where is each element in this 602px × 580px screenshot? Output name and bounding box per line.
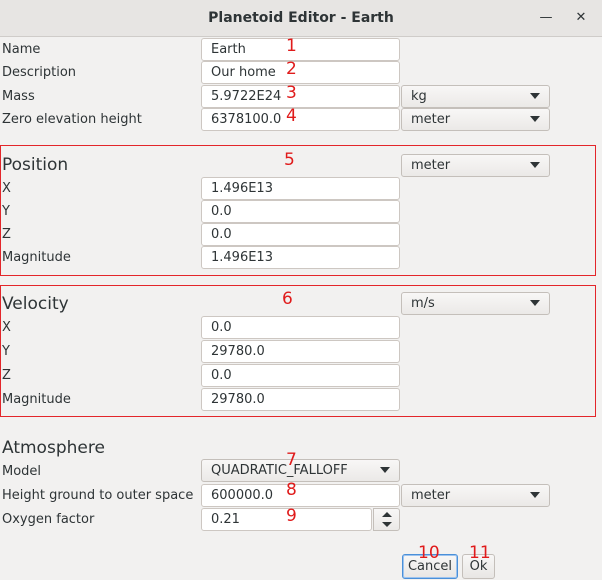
position-z-label: Z: [2, 227, 11, 242]
annotation-8: 8: [286, 480, 297, 500]
annotation-3: 3: [286, 83, 297, 103]
position-x-label: X: [2, 181, 11, 196]
annotation-7: 7: [286, 450, 297, 470]
chevron-down-icon: [530, 162, 540, 168]
model-label: Model: [2, 464, 42, 479]
mass-unit-select[interactable]: kg: [401, 85, 550, 108]
position-heading: Position: [2, 155, 69, 175]
position-magnitude-label: Magnitude: [2, 250, 71, 265]
chevron-down-icon: [530, 492, 540, 498]
oxygen-label: Oxygen factor: [2, 512, 95, 527]
annotation-2: 2: [286, 59, 297, 79]
title-bar: Planetoid Editor - Earth — ✕: [0, 0, 602, 37]
height-field[interactable]: 600000.0: [201, 484, 400, 507]
annotation-6: 6: [282, 289, 293, 309]
velocity-x-label: X: [2, 320, 11, 335]
mass-field[interactable]: 5.9722E24: [201, 85, 400, 108]
annotation-4: 4: [286, 106, 297, 126]
chevron-down-icon: [530, 116, 540, 122]
chevron-down-icon: [380, 467, 390, 473]
position-y-field[interactable]: 0.0: [201, 200, 400, 223]
velocity-magnitude-field[interactable]: 29780.0: [201, 388, 400, 411]
position-unit-value: meter: [411, 158, 451, 173]
description-field[interactable]: Our home: [201, 61, 400, 84]
velocity-magnitude-label: Magnitude: [2, 392, 71, 407]
velocity-unit-value: m/s: [411, 296, 435, 311]
spin-down-icon[interactable]: [382, 522, 392, 527]
model-select[interactable]: QUADRATIC_FALLOFF: [201, 459, 400, 482]
velocity-z-field[interactable]: 0.0: [201, 364, 400, 387]
position-unit-select[interactable]: meter: [401, 154, 550, 177]
window-title: Planetoid Editor - Earth: [208, 10, 394, 26]
annotation-9: 9: [286, 506, 297, 526]
velocity-x-field[interactable]: 0.0: [201, 316, 400, 339]
zero-elevation-label: Zero elevation height: [2, 112, 142, 127]
close-icon[interactable]: ✕: [572, 9, 590, 27]
annotation-11: 11: [469, 543, 491, 563]
minimize-icon[interactable]: —: [537, 9, 555, 27]
velocity-unit-select[interactable]: m/s: [401, 292, 550, 315]
atmosphere-heading: Atmosphere: [2, 438, 105, 458]
zero-elevation-unit-value: meter: [411, 112, 451, 127]
description-label: Description: [2, 65, 77, 80]
mass-label: Mass: [2, 89, 35, 104]
chevron-down-icon: [530, 93, 540, 99]
position-z-field[interactable]: 0.0: [201, 223, 400, 246]
name-label: Name: [2, 42, 41, 57]
height-unit-select[interactable]: meter: [401, 484, 550, 507]
annotation-5: 5: [284, 150, 295, 170]
velocity-y-field[interactable]: 29780.0: [201, 340, 400, 363]
position-x-field[interactable]: 1.496E13: [201, 177, 400, 200]
position-y-label: Y: [2, 204, 10, 219]
annotation-1: 1: [286, 36, 297, 56]
position-magnitude-field[interactable]: 1.496E13: [201, 246, 400, 269]
spin-up-icon[interactable]: [382, 512, 392, 517]
height-unit-value: meter: [411, 488, 451, 503]
zero-elevation-field[interactable]: 6378100.0: [201, 108, 400, 131]
oxygen-spinner[interactable]: [373, 508, 400, 531]
name-field[interactable]: Earth: [201, 38, 400, 61]
velocity-heading: Velocity: [2, 294, 69, 314]
chevron-down-icon: [530, 300, 540, 306]
annotation-10: 10: [418, 543, 440, 563]
mass-unit-value: kg: [411, 89, 427, 104]
zero-elevation-unit-select[interactable]: meter: [401, 108, 550, 131]
velocity-z-label: Z: [2, 368, 11, 383]
height-label: Height ground to outer space: [2, 488, 194, 503]
velocity-y-label: Y: [2, 344, 10, 359]
model-value: QUADRATIC_FALLOFF: [211, 463, 348, 478]
